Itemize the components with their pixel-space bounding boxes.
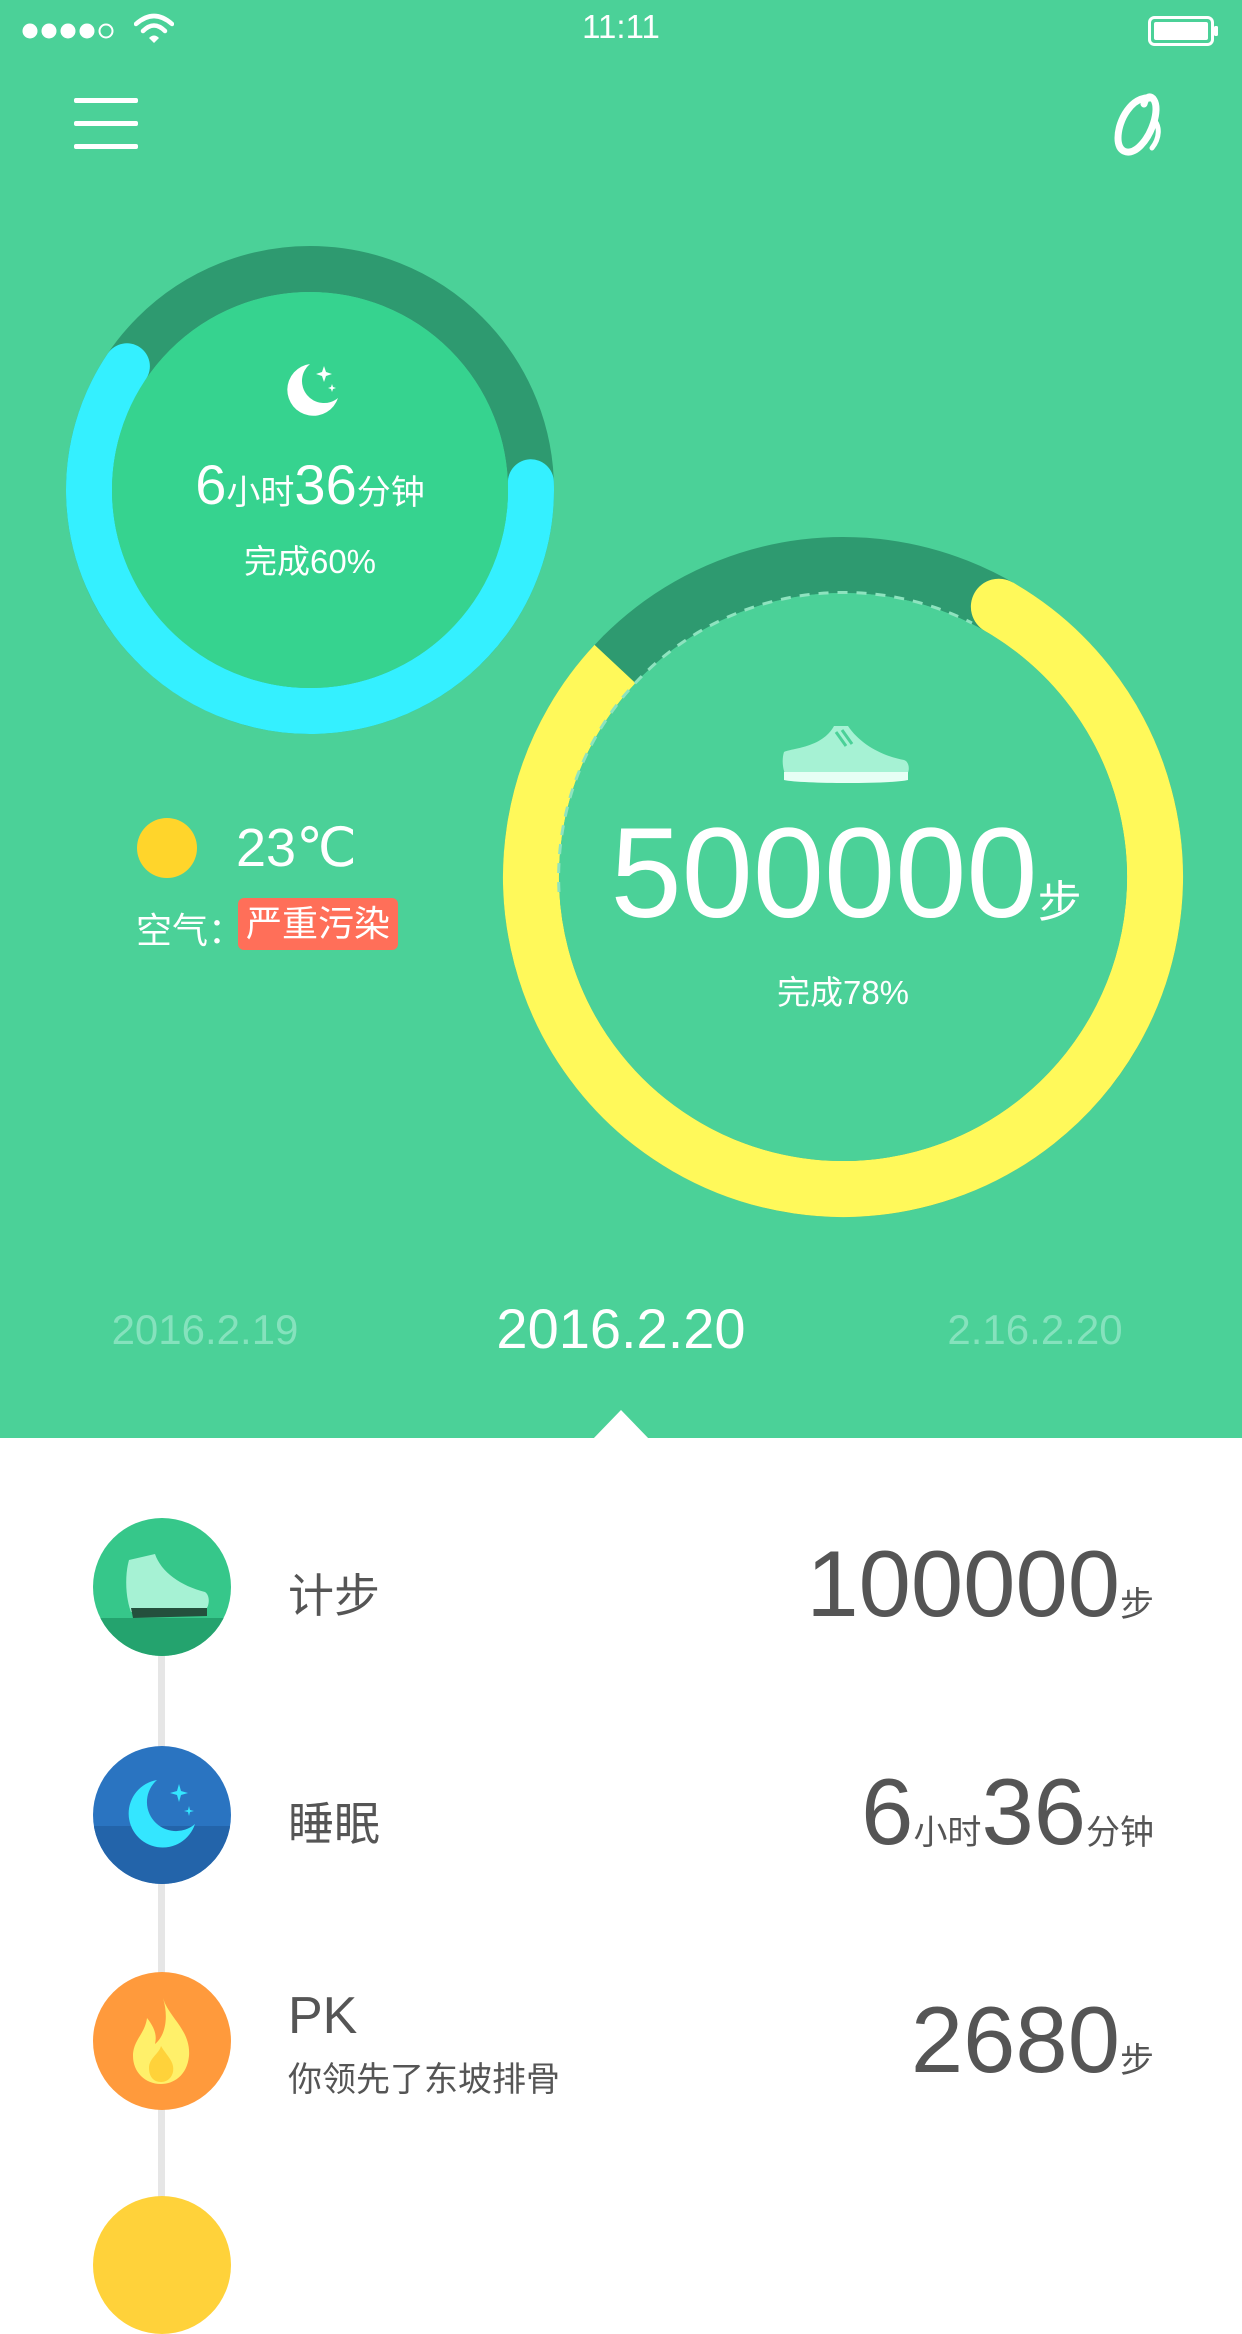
status-time: 11:11 [582,8,660,45]
flame-icon [133,1998,190,2084]
moon-icon [128,1780,195,1848]
date-next[interactable]: 2.16.2.20 [910,1306,1160,1354]
steps-completion: 完成78% [776,974,910,1011]
menu-icon[interactable] [74,96,138,152]
temperature: 23℃ [236,818,357,878]
sleep-duration: 6小时36分钟 [195,453,425,516]
battery-icon [1148,16,1218,46]
date-prev[interactable]: 2016.2.19 [80,1306,330,1354]
logo-icon[interactable] [1110,90,1170,160]
air-quality-badge: 严重污染 [238,898,399,950]
pk-title: PK [288,1987,358,2045]
pk-value: 2680步 [910,1987,1154,2092]
moon-icon [287,364,338,416]
air-label: 空气： [136,910,245,951]
date-current[interactable]: 2016.2.20 [471,1296,771,1361]
step-value: 100000步 [806,1531,1154,1636]
shoe-icon [782,726,909,783]
step-badge [93,1518,231,1656]
shoe-icon [126,1554,209,1618]
step-label: 计步 [288,1570,380,1622]
status-bar: 11:11 [0,0,1242,60]
timeline-line [158,1650,165,2208]
sleep-completion: 完成60% [243,543,377,580]
sleep-badge [93,1746,231,1884]
next-badge [93,2196,231,2334]
steps-count: 500000步 [610,802,1082,945]
sleep-label: 睡眠 [288,1798,380,1850]
pk-badge [93,1972,231,2110]
date-pointer [592,1410,650,1440]
sleep-value: 6小时36分钟 [861,1759,1154,1864]
pk-subtitle: 你领先了东坡排骨 [288,2061,560,2099]
sun-icon [137,818,197,878]
